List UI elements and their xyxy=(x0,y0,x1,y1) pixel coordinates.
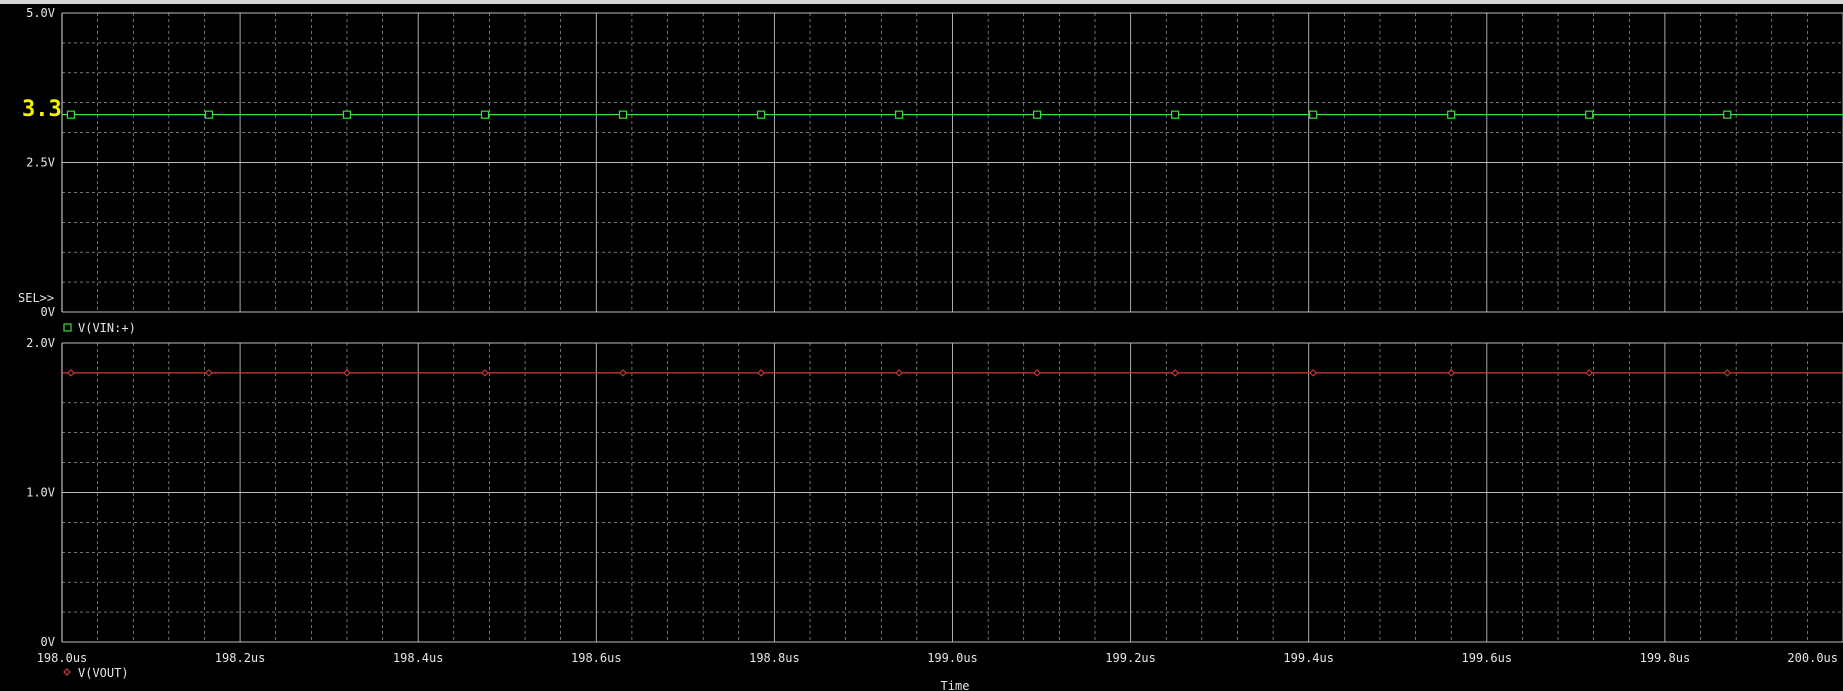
y-tick-label: 1.0V xyxy=(26,486,55,500)
series-vin-marker xyxy=(342,110,352,119)
x-tick-label: 199.0us xyxy=(927,651,978,665)
annotation-3-3: 3.3 xyxy=(22,97,62,122)
series-vin-marker xyxy=(1171,110,1180,119)
y-tick-label: 2.0V xyxy=(26,336,55,350)
series-vin-marker xyxy=(1723,110,1732,119)
waveform-viewer: 0V 2.5V 5.0V 0V 1.0V 2.0V 198.0us 198.2us 198.… xyxy=(0,0,1843,691)
window-top-border xyxy=(0,0,1843,4)
series-vin-marker xyxy=(1447,110,1456,119)
x-tick-label: 199.8us xyxy=(1640,651,1691,665)
x-tick-label: 199.6us xyxy=(1462,651,1513,665)
y-tick-label: 5.0V xyxy=(26,6,55,20)
y-tick-label: 0V xyxy=(41,635,55,649)
legend-vin-label[interactable]: V(VIN:+) xyxy=(78,321,136,335)
legend-vout-label[interactable]: V(VOUT) xyxy=(78,666,129,680)
series-vin-marker xyxy=(756,110,766,119)
x-tick-label: 198.8us xyxy=(749,651,800,665)
series-vin-marker xyxy=(1309,110,1318,119)
x-tick-label: 200.0us xyxy=(1787,651,1838,665)
x-tick-label: 198.4us xyxy=(393,651,444,665)
x-axis-title: Time xyxy=(941,679,970,691)
x-tick-label: 198.0us xyxy=(37,651,88,665)
y-tick-label: 0V xyxy=(41,305,55,319)
x-tick-label: 199.2us xyxy=(1105,651,1156,665)
sel-marker[interactable]: SEL>> xyxy=(18,291,54,305)
series-vin-marker xyxy=(1032,110,1042,119)
series-vin-marker xyxy=(480,110,490,119)
series-vin-marker xyxy=(618,110,628,119)
x-tick-label: 199.4us xyxy=(1283,651,1334,665)
y-tick-label: 2.5V xyxy=(26,156,55,170)
series-vin-marker xyxy=(1585,110,1594,119)
series-vin-marker xyxy=(66,110,76,119)
x-tick-label: 198.6us xyxy=(571,651,622,665)
background xyxy=(0,0,1843,691)
series-vin-marker xyxy=(894,110,904,119)
x-tick-label: 198.2us xyxy=(215,651,266,665)
series-vin-marker xyxy=(204,110,214,119)
